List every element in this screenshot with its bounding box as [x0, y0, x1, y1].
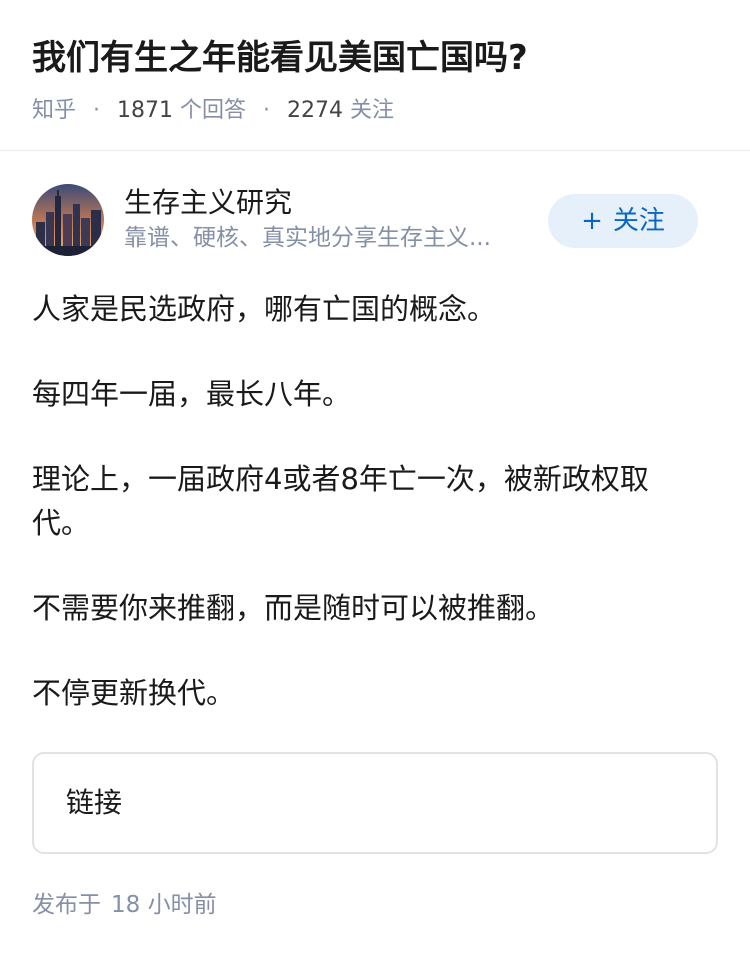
follow-button[interactable]: + 关注 [548, 194, 698, 248]
answer-count: 1871 [117, 98, 174, 123]
answer-paragraph: 理论上，一届政府4或者8年亡一次，被新政权取代。 [32, 462, 649, 540]
question-title[interactable]: 我们有生之年能看见美国亡国吗? [32, 36, 718, 80]
separator-dot: · [93, 98, 101, 123]
answer-paragraph: 不需要你来推翻，而是随时可以被推翻。 [32, 591, 555, 625]
follow-count-label[interactable]: 关注 [350, 98, 394, 123]
follow-count: 2274 [287, 98, 344, 123]
author-info: 生存主义研究 靠谱、硬核、真实地分享生存主义... [124, 184, 544, 254]
answer-page: 我们有生之年能看见美国亡国吗? 知乎 · 1871 个回答 · 2274 关注 [0, 0, 750, 956]
source-label[interactable]: 知乎 [32, 98, 76, 123]
plus-icon: + [581, 206, 603, 236]
city-skyline-avatar-icon [32, 184, 104, 256]
publish-time: 18 小时前 [111, 892, 217, 918]
answer-paragraph: 不停更新换代。 [32, 676, 236, 710]
publish-label: 发布于 [32, 892, 101, 918]
link-card[interactable]: 链接 [32, 752, 718, 854]
answer-body: 人家是民选政府，哪有亡国的概念。 每四年一届，最长八年。 理论上，一届政府4或者… [32, 287, 692, 756]
answer-count-label[interactable]: 个回答 [180, 98, 246, 123]
author-row: 生存主义研究 靠谱、硬核、真实地分享生存主义... + 关注 [32, 184, 718, 260]
author-name[interactable]: 生存主义研究 [124, 184, 544, 222]
question-meta: 知乎 · 1871 个回答 · 2274 关注 [32, 96, 718, 126]
avatar[interactable] [32, 184, 104, 256]
answer-paragraph: 每四年一届，最长八年。 [32, 377, 352, 411]
follow-button-label: 关注 [612, 206, 665, 236]
separator-dot: · [263, 98, 271, 123]
answer-paragraph: 人家是民选政府，哪有亡国的概念。 [32, 292, 497, 326]
question-header: 我们有生之年能看见美国亡国吗? 知乎 · 1871 个回答 · 2274 关注 [0, 0, 750, 151]
author-bio: 靠谱、硬核、真实地分享生存主义... [124, 225, 491, 251]
publish-info: 发布于 18 小时前 [32, 888, 217, 922]
